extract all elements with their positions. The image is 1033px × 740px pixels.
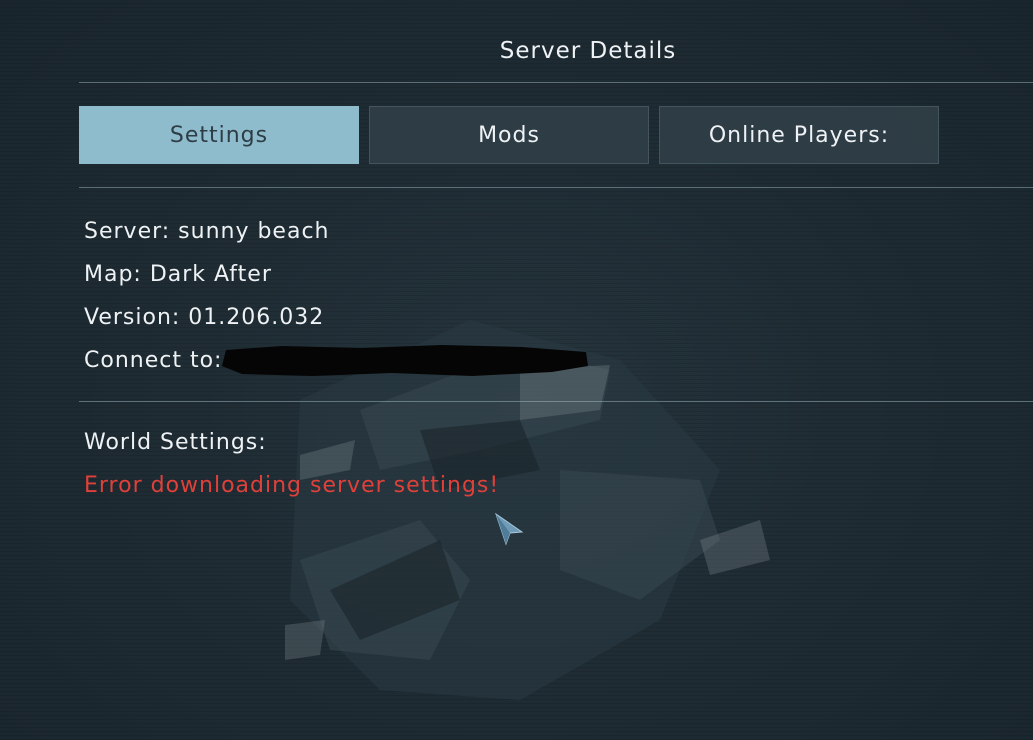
- tab-settings[interactable]: Settings: [79, 106, 359, 164]
- server-name-text: Server: sunny beach: [84, 219, 330, 244]
- info-divider: [79, 401, 1033, 402]
- title-divider: [79, 82, 1033, 83]
- tabs-divider: [79, 187, 1033, 188]
- mouse-cursor-icon: [495, 512, 524, 546]
- version-text: Version: 01.206.032: [84, 305, 325, 330]
- tab-online-players[interactable]: Online Players:: [659, 106, 939, 164]
- connect-to-label: Connect to:: [84, 348, 223, 373]
- tab-mods[interactable]: Mods: [369, 106, 649, 164]
- world-settings-heading: World Settings:: [84, 430, 267, 455]
- redacted-address: [222, 345, 588, 376]
- page-title: Server Details: [499, 38, 677, 64]
- error-message: Error downloading server settings!: [84, 473, 500, 498]
- map-name-text: Map: Dark After: [84, 262, 272, 287]
